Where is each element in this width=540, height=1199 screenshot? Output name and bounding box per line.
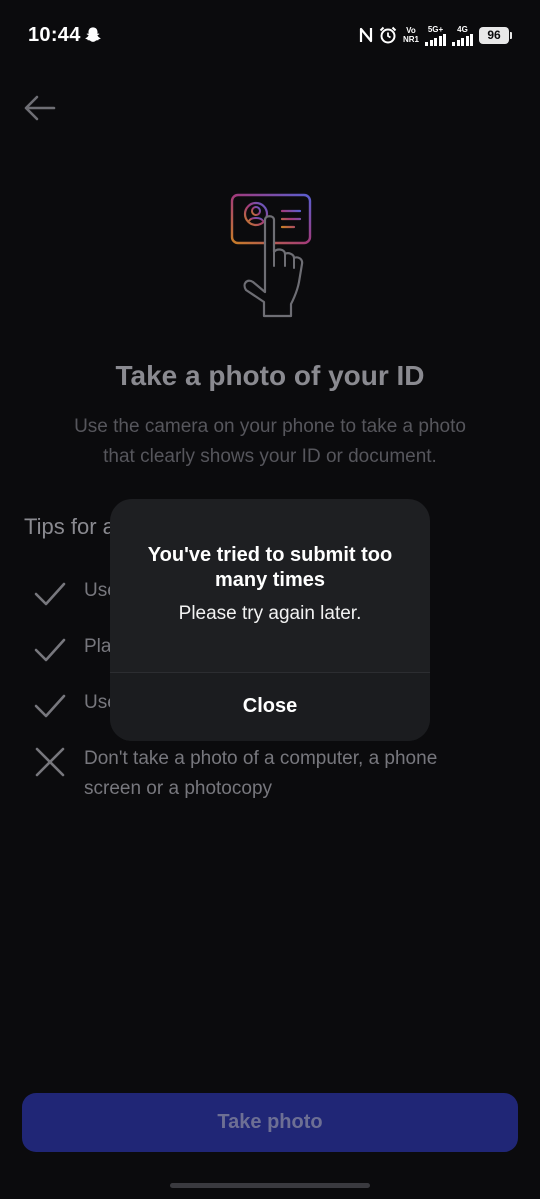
volte-indicator: Vo NR1: [402, 26, 419, 44]
snapchat-icon: [85, 27, 101, 42]
signal-bars-icon: [452, 33, 473, 46]
close-button[interactable]: Close: [110, 673, 430, 741]
rate-limit-dialog: You've tried to submit too many times Pl…: [110, 499, 430, 741]
battery-tip: [510, 31, 512, 39]
back-arrow-icon[interactable]: [20, 90, 60, 126]
dialog-message: Please try again later.: [178, 603, 362, 624]
signal-bars-icon: [425, 33, 446, 46]
page-title: Take a photo of your ID: [115, 360, 425, 391]
alarm-icon: [379, 26, 397, 44]
check-icon: [34, 694, 66, 718]
tip-item: Pla: [32, 632, 111, 668]
battery-icon: 96: [479, 26, 509, 44]
tip-item: Use: [32, 576, 118, 612]
tips-heading: Tips for a: [24, 514, 115, 539]
take-photo-button[interactable]: Take photo: [22, 1093, 518, 1152]
status-icons: Vo NR1 5G+ 4G 96: [359, 24, 512, 46]
check-icon: [34, 638, 66, 662]
check-icon: [34, 582, 66, 606]
cross-icon: [35, 747, 65, 777]
dialog-title: You've tried to submit too many times: [147, 544, 393, 591]
tip-text: Don't take a photo of a computer, a phon…: [84, 748, 438, 799]
tip-text: Pla: [84, 636, 112, 657]
status-time: 10:44: [28, 24, 81, 46]
status-bar: 10:44 Vo NR1 5G+ 4G 96: [0, 0, 540, 72]
tip-item: Don't take a photo of a computer, a phon…: [32, 744, 484, 804]
id-card-hand-illustration: [230, 193, 312, 318]
home-indicator: [170, 1183, 370, 1188]
signal-4g: 4G: [452, 25, 473, 46]
signal-5g: 5G+: [425, 25, 446, 46]
nfc-icon: [359, 27, 373, 43]
tip-item: Use: [32, 688, 118, 724]
page-description: Use the camera on your phone to take a p…: [74, 416, 466, 467]
